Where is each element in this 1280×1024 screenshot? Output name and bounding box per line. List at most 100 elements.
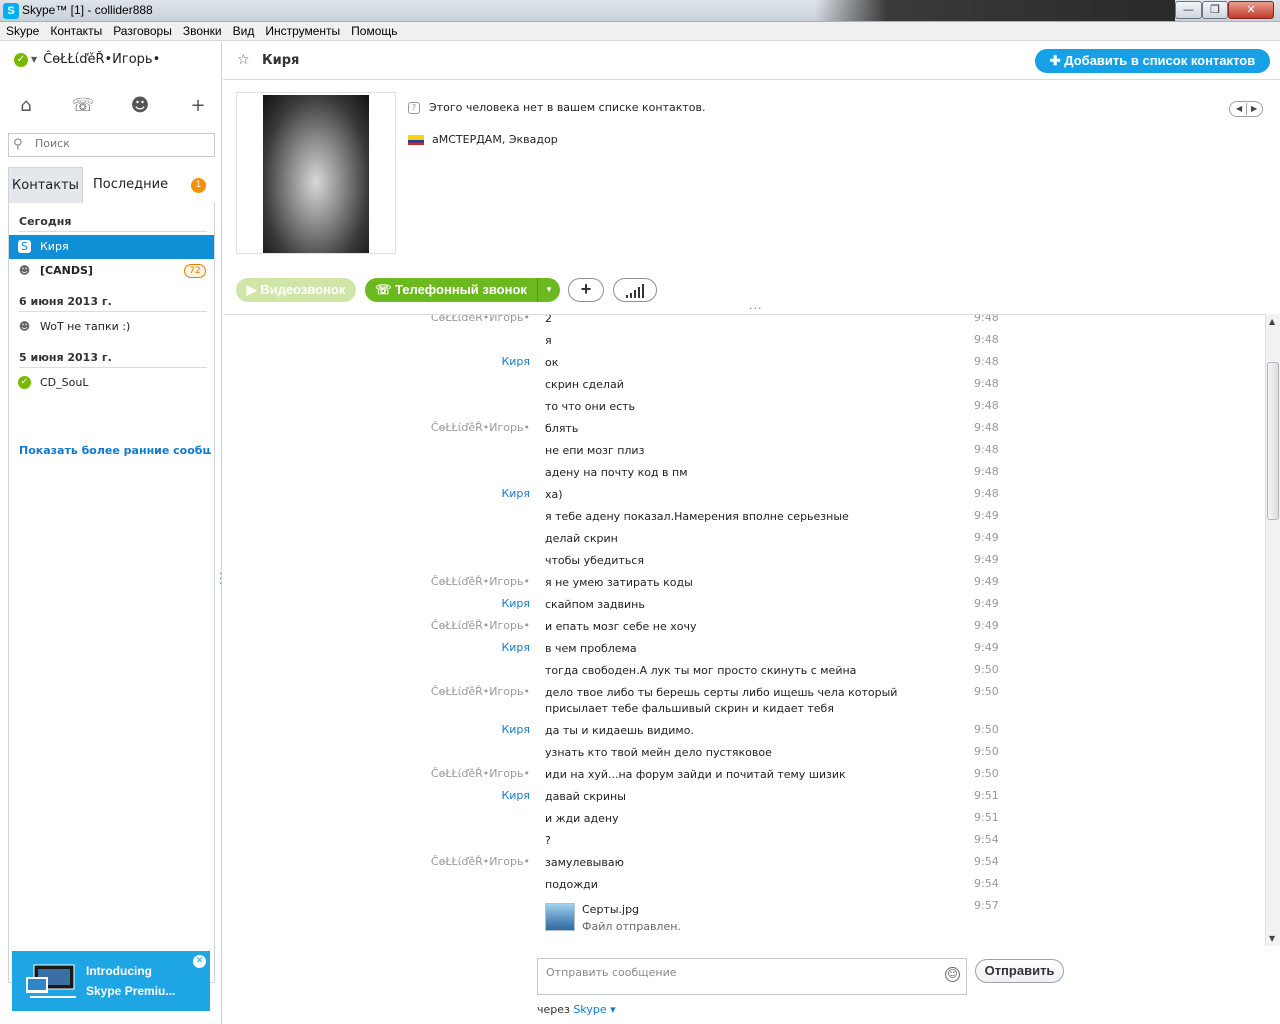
call-bar: ▶ Видеозвонок ☏ Телефонный звонок ▼ + bbox=[236, 278, 666, 302]
message-text: и жди адену bbox=[545, 812, 619, 825]
minimize-button[interactable]: — bbox=[1175, 1, 1202, 19]
recent-item-label: Киря bbox=[40, 240, 69, 253]
message-composer[interactable]: Отправить сообщение ☺ bbox=[537, 958, 967, 995]
home-icon[interactable]: ⌂ bbox=[12, 92, 40, 120]
online-status-icon: ✓ bbox=[14, 52, 28, 67]
show-earlier-link[interactable]: Показать более ранние сообщ... bbox=[19, 444, 211, 457]
skype-icon: S bbox=[18, 240, 31, 253]
message-time: 9:51 bbox=[974, 811, 999, 824]
menu-tools[interactable]: Инструменты bbox=[259, 22, 345, 38]
message-sender[interactable]: ĈѳŁŁίďěŘ•Игорь• bbox=[431, 767, 530, 780]
message-text: дело твое либо ты берешь серты либо ищеш… bbox=[545, 686, 898, 715]
recent-item-cands[interactable]: ☻ [CANDS] 72 bbox=[9, 259, 214, 283]
chevron-down-icon[interactable]: ▼ bbox=[537, 278, 560, 302]
emoticon-icon[interactable]: ☺ bbox=[945, 967, 960, 982]
tab-recent[interactable]: Последние 1 bbox=[93, 167, 213, 203]
message-sender[interactable]: Киря bbox=[501, 597, 530, 610]
message-sender[interactable]: ĈѳŁŁίďěŘ•Игорь• bbox=[431, 619, 530, 632]
message-text: не епи мозг плиз bbox=[545, 444, 645, 457]
message-sender[interactable]: ĈѳŁŁίďěŘ•Игорь• bbox=[431, 575, 530, 588]
close-icon[interactable]: ✕ bbox=[193, 955, 206, 968]
add-contact-icon[interactable]: + bbox=[184, 92, 212, 120]
favorite-star-icon[interactable]: ☆ bbox=[237, 52, 250, 68]
message-time: 9:54 bbox=[974, 855, 999, 868]
send-button[interactable]: Отправить bbox=[975, 959, 1064, 983]
recent-item-wot[interactable]: ☻ WoT не тапки :) bbox=[9, 315, 214, 339]
menu-conversations[interactable]: Разговоры bbox=[107, 22, 177, 38]
search-input[interactable] bbox=[35, 137, 205, 150]
message-time: 9:50 bbox=[974, 767, 999, 780]
message-time: 9:50 bbox=[974, 745, 999, 758]
message-text: тогда свободен.А лук ты мог просто скину… bbox=[545, 664, 857, 677]
status-selector[interactable]: ✓ ▼ ĈѳŁŁίďěŘ•Игорь• bbox=[14, 52, 160, 72]
phone-icon[interactable]: ☏ bbox=[69, 92, 97, 120]
video-call-button[interactable]: ▶ Видеозвонок bbox=[236, 278, 356, 302]
flag-icon bbox=[408, 135, 424, 145]
file-name[interactable]: Серты.jpg bbox=[582, 903, 639, 916]
message-sender[interactable]: ĈѳŁŁίďěŘ•Игорь• bbox=[431, 315, 530, 324]
scrollbar-thumb[interactable] bbox=[1267, 362, 1279, 520]
menu-view[interactable]: Вид bbox=[227, 22, 260, 38]
message-time: 9:49 bbox=[974, 575, 999, 588]
tab-contacts[interactable]: Контакты bbox=[8, 167, 83, 203]
profile-name[interactable]: ĈѳŁŁίďěŘ•Игорь• bbox=[43, 52, 160, 67]
menu-calls[interactable]: Звонки bbox=[177, 22, 227, 38]
message-sender[interactable]: Киря bbox=[501, 641, 530, 654]
menu-bar: Skype Контакты Разговоры Звонки Вид Инструмен… bbox=[0, 22, 1280, 41]
group-chat-icon[interactable]: ☻ bbox=[126, 92, 154, 120]
nav-icons: ⌂ ☏ ☻ + bbox=[8, 92, 214, 122]
pane-splitter[interactable]: · · · bbox=[219, 570, 222, 590]
search-icon: ⚲ bbox=[13, 137, 23, 152]
message-sender[interactable]: ĈѳŁŁίďěŘ•Игорь• bbox=[431, 855, 530, 868]
message-time: 9:54 bbox=[974, 877, 999, 890]
scroll-down-icon[interactable]: ▼ bbox=[1269, 934, 1275, 943]
send-via-label: через bbox=[537, 1003, 570, 1016]
message-sender[interactable]: Киря bbox=[501, 487, 530, 500]
message-time: 9:50 bbox=[974, 723, 999, 736]
image-file-icon bbox=[545, 903, 575, 931]
next-arrow-icon[interactable]: ▶ bbox=[1251, 104, 1257, 113]
message-text: 2 bbox=[545, 314, 552, 325]
question-icon: ? bbox=[408, 102, 420, 114]
contact-avatar-frame bbox=[236, 92, 396, 254]
message-text: замулевываю bbox=[545, 856, 624, 869]
close-button[interactable]: ✕ bbox=[1228, 1, 1274, 19]
phone-call-button[interactable]: ☏ Телефонный звонок ▼ bbox=[365, 278, 560, 302]
add-people-button[interactable]: + bbox=[568, 278, 604, 302]
send-via-selector[interactable]: Skype ▾ bbox=[573, 1003, 615, 1016]
menu-contacts[interactable]: Контакты bbox=[44, 22, 107, 38]
maximize-button[interactable]: ❐ bbox=[1202, 1, 1228, 19]
chat-scrollbar[interactable]: ▲ ▼ bbox=[1265, 314, 1280, 946]
message-sender[interactable]: Киря bbox=[501, 355, 530, 368]
message-sender[interactable]: ĈѳŁŁίďěŘ•Игорь• bbox=[431, 421, 530, 434]
message-input-placeholder[interactable]: Отправить сообщение bbox=[546, 966, 677, 979]
recent-item-kirya[interactable]: S Киря bbox=[9, 235, 214, 259]
add-to-contacts-button[interactable]: ✚ Добавить в список контактов bbox=[1035, 49, 1270, 73]
message-time: 9:48 bbox=[974, 333, 999, 346]
conversation-title: Киря bbox=[262, 53, 300, 68]
file-transfer-message[interactable]: Серты.jpg Файл отправлен. 9:57 bbox=[223, 899, 1265, 943]
search-box[interactable]: ⚲ bbox=[8, 133, 215, 157]
video-call-label: Видеозвонок bbox=[260, 282, 346, 297]
avatar[interactable] bbox=[263, 95, 369, 253]
message-sender[interactable]: Киря bbox=[501, 789, 530, 802]
phone-icon: ☏ bbox=[375, 282, 395, 297]
message-text: адену на почту код в пм bbox=[545, 466, 688, 479]
contact-info: ? Этого человека нет в вашем списке конта… bbox=[408, 101, 706, 149]
menu-skype[interactable]: Skype bbox=[0, 22, 44, 38]
prev-arrow-icon[interactable]: ◀ bbox=[1236, 104, 1242, 113]
skype-premium-promo[interactable]: Introducing Skype Premiu... ✕ bbox=[12, 951, 210, 1011]
scroll-up-icon[interactable]: ▲ bbox=[1269, 317, 1275, 326]
divider bbox=[1246, 103, 1247, 115]
recent-item-label: WoT не тапки :) bbox=[40, 320, 131, 333]
profile-pager[interactable]: ◀ ▶ bbox=[1229, 101, 1263, 117]
promo-line-1: Introducing bbox=[86, 964, 152, 978]
divider bbox=[19, 231, 207, 232]
recent-item-cd-soul[interactable]: ✓ CD_SouL bbox=[9, 371, 214, 395]
call-quality-button[interactable] bbox=[613, 278, 657, 302]
message-sender[interactable]: Киря bbox=[501, 723, 530, 736]
message-sender[interactable]: ĈѳŁŁίďěŘ•Игорь• bbox=[431, 685, 530, 698]
message-time: 9:49 bbox=[974, 509, 999, 522]
message-text: давай скрины bbox=[545, 790, 626, 803]
menu-help[interactable]: Помощь bbox=[345, 22, 402, 38]
